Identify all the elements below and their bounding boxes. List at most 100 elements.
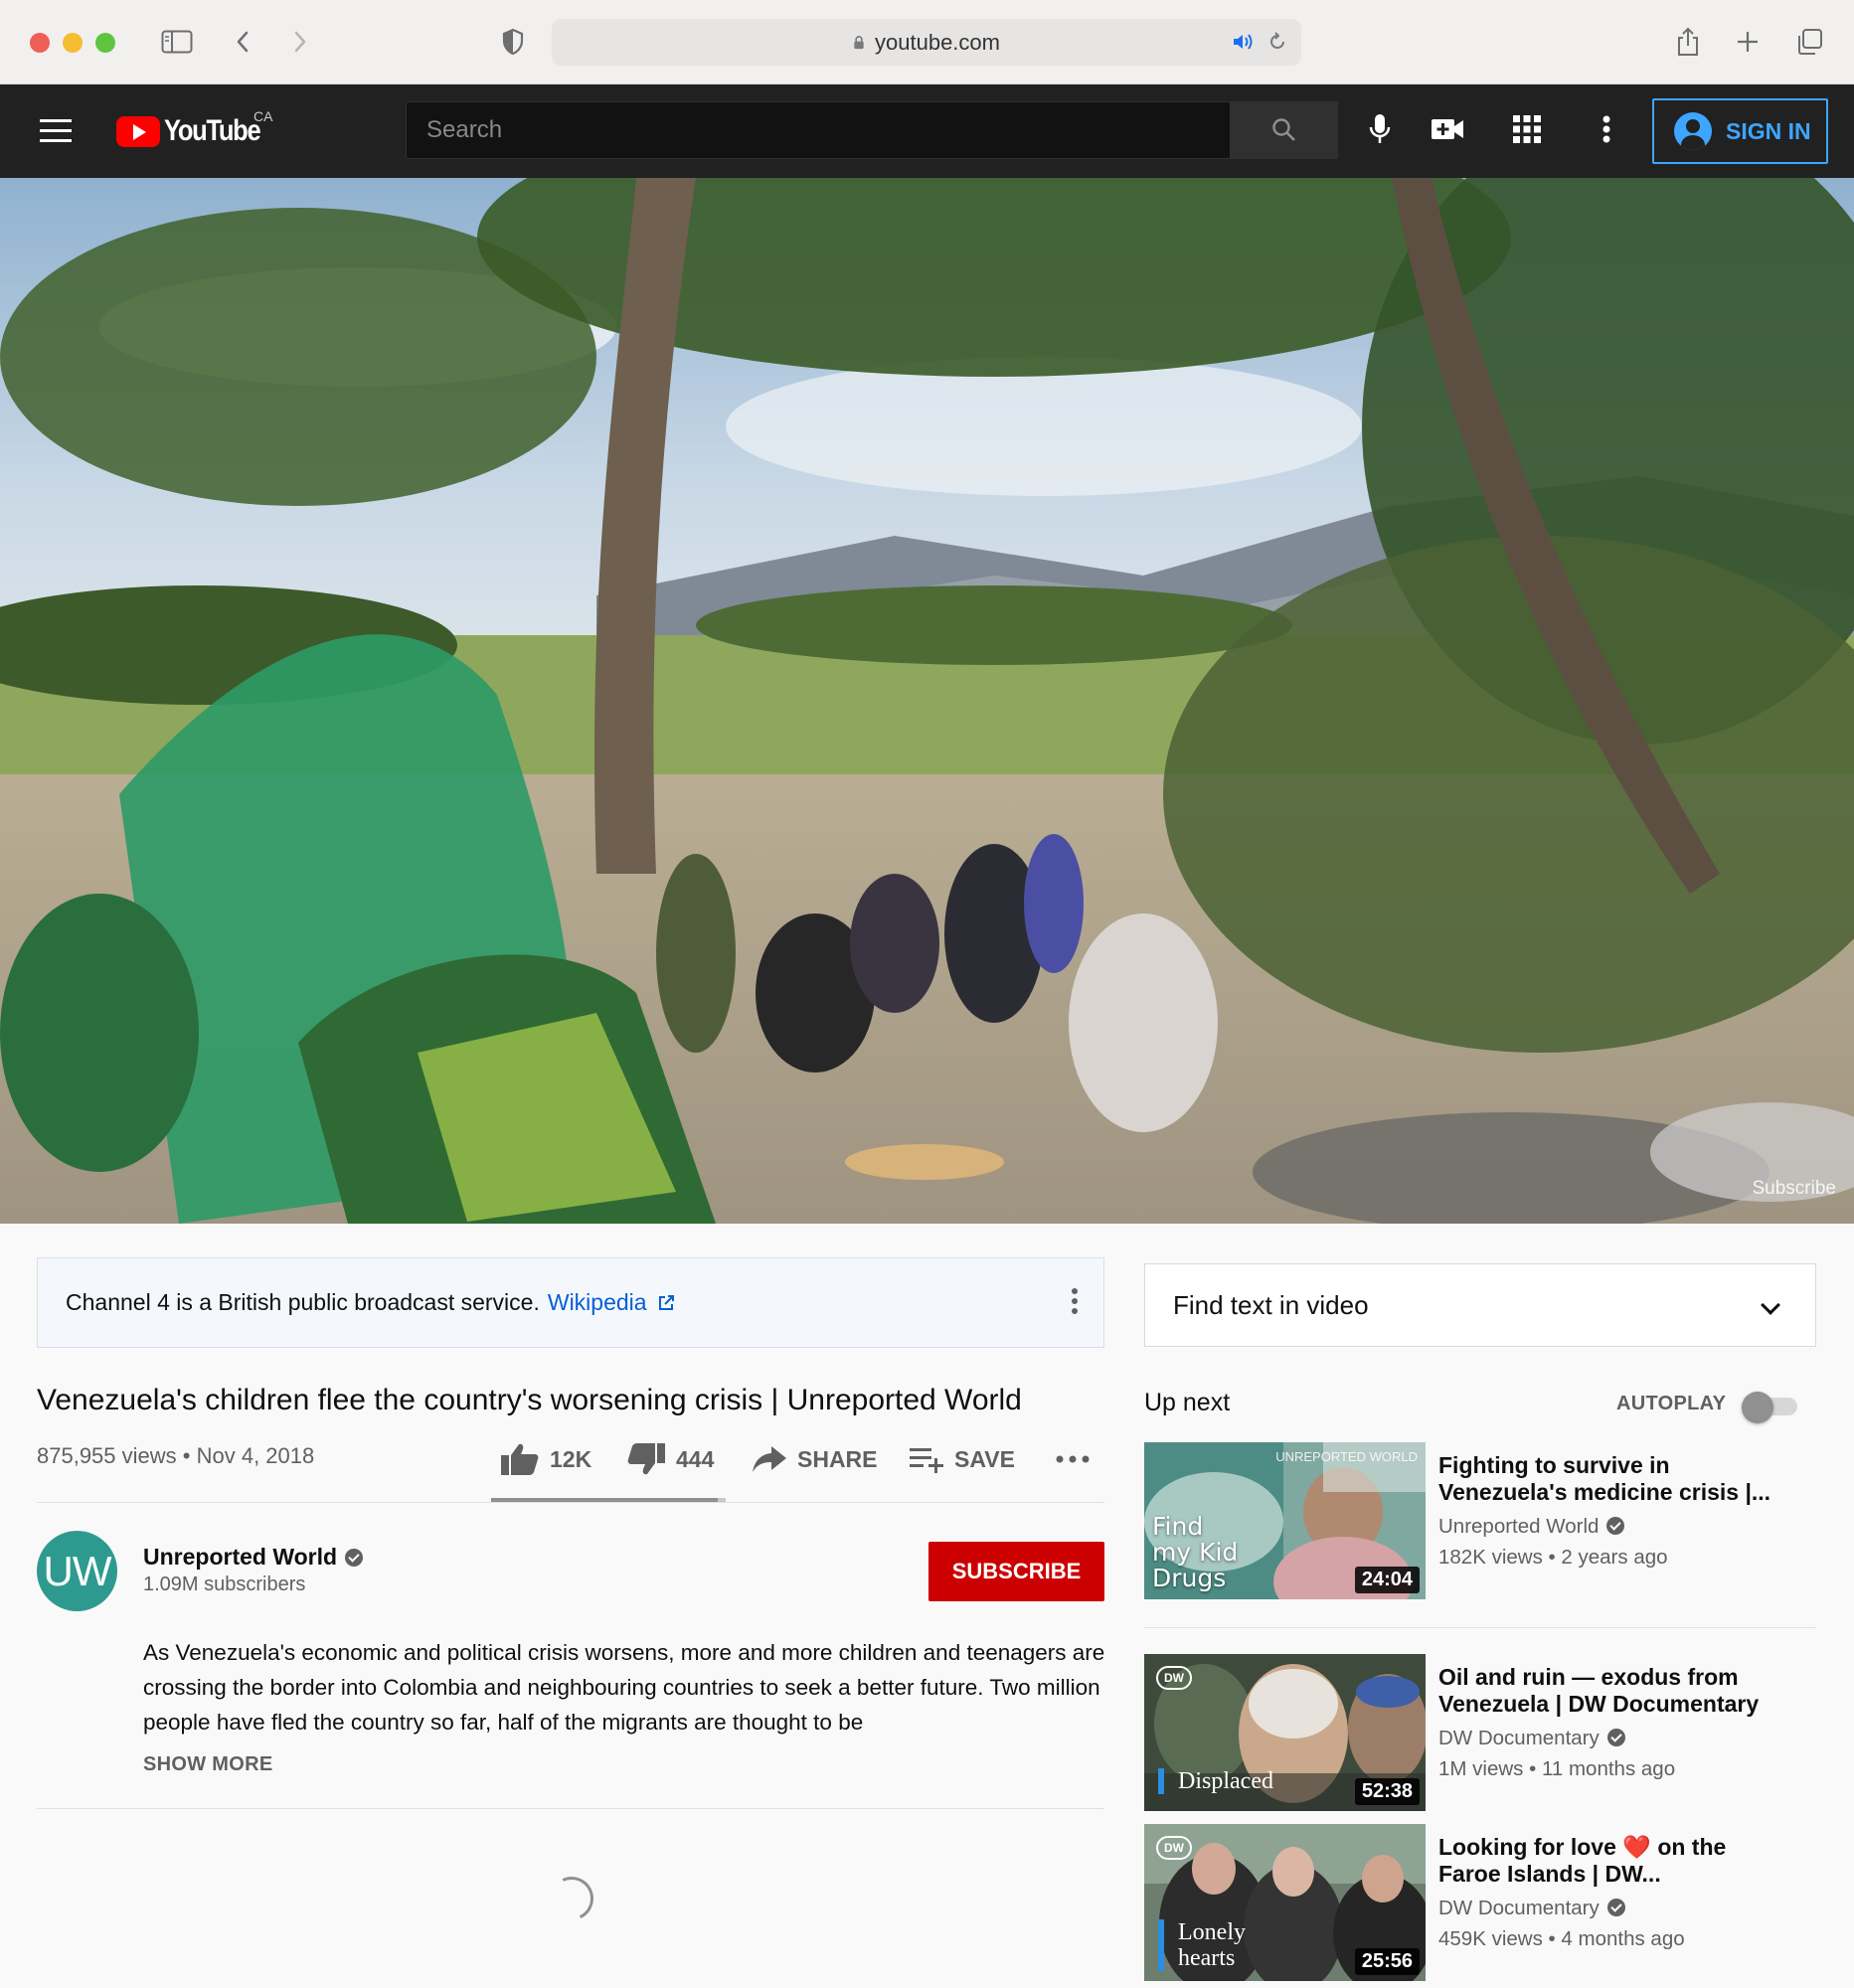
autoplay-label: AUTOPLAY [1616, 1393, 1727, 1414]
share-icon[interactable] [1668, 22, 1708, 62]
loading-spinner-icon [543, 1870, 600, 1927]
verified-icon [1606, 1899, 1625, 1916]
thumbnail-caption: Find my Kid Drugs [1152, 1512, 1239, 1592]
logo-text: YouTube [164, 114, 261, 147]
close-window-button[interactable] [30, 33, 50, 53]
verified-icon [1606, 1517, 1625, 1535]
recommendation-item[interactable]: DW Lonely hearts 25:56 Looking for love … [1144, 1824, 1820, 1981]
subscribe-button[interactable]: SUBSCRIBE [928, 1542, 1104, 1601]
publish-date: Nov 4, 2018 [196, 1443, 315, 1468]
video-thumbnail[interactable]: DW Lonely hearts 25:56 [1144, 1824, 1426, 1981]
autoplay-toggle[interactable] [1742, 1392, 1799, 1423]
recommendation-channel: DW Documentary [1438, 1897, 1625, 1920]
search-input[interactable] [407, 102, 1230, 158]
video-player[interactable]: Subscribe [0, 178, 1854, 1224]
share-label: SHARE [797, 1445, 878, 1472]
more-horizontal-icon [1056, 1455, 1090, 1463]
dislike-button[interactable]: 444 [626, 1439, 714, 1479]
share-button[interactable]: SHARE [752, 1439, 878, 1479]
dw-logo-icon: DW [1156, 1836, 1192, 1860]
video-duration: 52:38 [1354, 1778, 1420, 1805]
browser-toolbar: youtube.com [0, 0, 1854, 84]
subscriber-count: 1.09M subscribers [143, 1574, 306, 1595]
recommendation-meta: 1M views • 11 months ago [1438, 1757, 1676, 1780]
search-icon [1272, 118, 1295, 141]
youtube-logo[interactable]: YouTube CA [116, 108, 276, 148]
video-duration: 25:56 [1354, 1948, 1420, 1975]
save-button[interactable]: SAVE [909, 1439, 1015, 1479]
like-button[interactable]: 12K [500, 1439, 591, 1479]
speaker-icon[interactable] [1232, 32, 1256, 52]
more-actions-button[interactable] [1056, 1439, 1099, 1479]
find-text-in-video-panel[interactable]: Find text in video [1144, 1263, 1816, 1347]
external-link-icon [658, 1294, 674, 1310]
recommendation-title[interactable]: Fighting to survive in Venezuela's medic… [1438, 1452, 1776, 1506]
thumbs-up-icon [501, 1443, 539, 1475]
playlist-add-icon [910, 1448, 943, 1473]
save-label: SAVE [954, 1445, 1015, 1472]
back-icon[interactable] [223, 22, 262, 62]
divider [37, 1502, 1104, 1503]
forward-icon[interactable] [280, 22, 320, 62]
share-arrow-icon [753, 1446, 786, 1472]
address-bar[interactable]: youtube.com [552, 19, 1301, 66]
heart-emoji: ❤️ [1622, 1834, 1651, 1860]
apps-grid-icon[interactable] [1507, 109, 1547, 149]
video-frame [0, 178, 1854, 1224]
menu-icon[interactable] [40, 119, 72, 143]
recommendation-meta: 459K views • 4 months ago [1438, 1927, 1685, 1950]
settings-more-icon[interactable] [1587, 109, 1626, 149]
video-duration: 24:04 [1354, 1567, 1420, 1593]
show-more-button[interactable]: SHOW MORE [143, 1753, 272, 1776]
recommendation-item[interactable]: UNREPORTED WORLD Find my Kid Drugs 24:04… [1144, 1442, 1820, 1599]
chevron-down-icon[interactable] [1761, 1295, 1780, 1315]
video-meta: 875,955 views • Nov 4, 2018 [37, 1443, 314, 1469]
recommendation-item[interactable]: DW Displaced 52:38 Oil and ruin — exodus… [1144, 1654, 1820, 1811]
view-count: 875,955 views [37, 1443, 177, 1468]
wikipedia-link[interactable]: Wikipedia [548, 1289, 647, 1316]
video-title: Venezuela's children flee the country's … [37, 1384, 1022, 1416]
sign-in-button[interactable]: SIGN IN [1652, 98, 1828, 164]
thumbnail-caption: Displaced [1158, 1768, 1273, 1794]
youtube-play-icon [116, 115, 160, 147]
recommendation-channel: DW Documentary [1438, 1727, 1625, 1750]
url-text: youtube.com [875, 29, 1000, 55]
country-code: CA [253, 108, 273, 124]
sidebar-toggle-icon[interactable] [157, 22, 197, 62]
up-next-heading: Up next [1144, 1389, 1231, 1416]
verified-icon [345, 1549, 364, 1567]
channel-name[interactable]: Unreported World [143, 1544, 364, 1571]
zoom-window-button[interactable] [95, 33, 115, 53]
tab-overview-icon[interactable] [1789, 22, 1829, 62]
thumbs-down-icon [627, 1443, 665, 1475]
video-thumbnail[interactable]: DW Displaced 52:38 [1144, 1654, 1426, 1811]
sign-in-label: SIGN IN [1726, 117, 1811, 144]
lock-icon [854, 36, 864, 50]
divider [1144, 1627, 1816, 1628]
privacy-shield-icon[interactable] [493, 22, 533, 62]
info-panel-more-icon[interactable] [1072, 1288, 1078, 1318]
find-text-label: Find text in video [1173, 1289, 1369, 1320]
recommendation-channel: Unreported World [1438, 1515, 1625, 1539]
video-thumbnail[interactable]: UNREPORTED WORLD Find my Kid Drugs 24:04 [1144, 1442, 1426, 1599]
account-icon [1674, 112, 1712, 150]
minimize-window-button[interactable] [63, 33, 83, 53]
info-panel: Channel 4 is a British public broadcast … [37, 1257, 1104, 1348]
recommendation-title[interactable]: Oil and ruin — exodus from Venezuela | D… [1438, 1664, 1776, 1718]
microphone-icon[interactable] [1360, 109, 1400, 149]
info-panel-text: Channel 4 is a British public broadcast … [66, 1289, 540, 1315]
reload-icon[interactable] [1267, 32, 1287, 52]
dislike-count: 444 [676, 1445, 715, 1472]
recommendation-title[interactable]: Looking for love ❤️ on the Faroe Islands… [1438, 1834, 1776, 1888]
subscribe-watermark[interactable]: Subscribe [1753, 1178, 1837, 1200]
thumbnail-corner-logo: UNREPORTED WORLD [1275, 1449, 1418, 1464]
search-field[interactable] [406, 101, 1231, 159]
dw-logo-icon: DW [1156, 1666, 1192, 1690]
search-button[interactable] [1231, 101, 1338, 159]
divider [37, 1808, 1104, 1809]
channel-avatar[interactable]: UW [37, 1531, 117, 1611]
thumbnail-caption: Lonely hearts [1158, 1919, 1246, 1971]
create-video-icon[interactable] [1428, 109, 1467, 149]
like-count: 12K [550, 1445, 592, 1472]
new-tab-icon[interactable] [1728, 22, 1768, 62]
